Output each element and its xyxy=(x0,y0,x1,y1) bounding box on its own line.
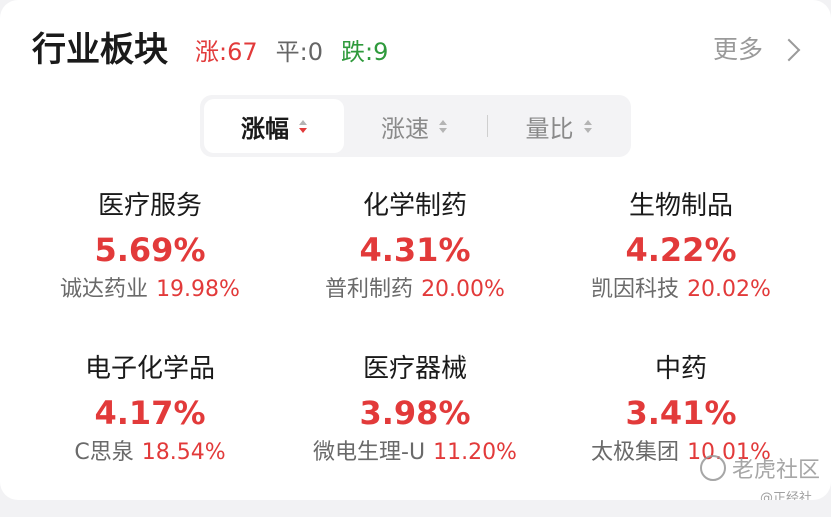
leading-stock-gain: 20.00% xyxy=(421,277,505,302)
flat-count: 平:0 xyxy=(275,38,323,66)
chevron-right-icon xyxy=(777,38,801,62)
sector-item[interactable]: 电子化学品 4.17% C思泉 18.54% xyxy=(20,351,280,469)
leading-stock-name: 普利制药 xyxy=(325,277,414,302)
sector-name: 化学制药 xyxy=(362,191,467,221)
tab-volume-ratio[interactable]: 量比 xyxy=(490,99,627,153)
leading-stock: C思泉 18.54% xyxy=(20,437,280,469)
sector-change-pct: 4.31% xyxy=(359,231,471,269)
leading-stock: 普利制药 20.00% xyxy=(285,274,545,306)
sector-change-pct: 4.17% xyxy=(94,394,206,432)
leading-stock-gain: 11.20% xyxy=(433,440,517,465)
market-breadth-stats: 涨:67 平:0 跌:9 xyxy=(195,36,388,68)
tab-change-pct[interactable]: 涨幅 xyxy=(204,99,344,153)
sector-item[interactable]: 化学制药 4.31% 普利制药 20.00% xyxy=(285,188,545,306)
sector-name: 医疗服务 xyxy=(97,191,202,221)
sector-change-pct: 3.41% xyxy=(625,394,737,432)
sector-item[interactable]: 生物制品 4.22% 凯因科技 20.02% xyxy=(551,188,811,306)
leading-stock-gain: 20.02% xyxy=(687,277,771,302)
more-label: 更多 xyxy=(712,35,763,64)
tab-label: 涨幅 xyxy=(241,114,289,143)
tab-change-speed[interactable]: 涨速 xyxy=(344,99,484,153)
leading-stock: 诚达药业 19.98% xyxy=(20,274,280,306)
sector-name: 医疗器械 xyxy=(362,354,467,384)
tab-label: 涨速 xyxy=(381,114,429,143)
leading-stock-name: 微电生理-U xyxy=(313,440,426,465)
leading-stock: 微电生理-U 11.20% xyxy=(285,437,545,469)
sector-item[interactable]: 医疗器械 3.98% 微电生理-U 11.20% xyxy=(285,351,545,469)
sector-name: 中药 xyxy=(654,354,707,384)
down-count: 跌:9 xyxy=(340,38,389,66)
up-count: 涨:67 xyxy=(195,38,258,66)
tab-divider xyxy=(487,115,488,137)
watermark: 老虎社区 xyxy=(700,452,820,484)
section-title: 行业板块 xyxy=(32,30,168,70)
sort-desc-icon xyxy=(299,119,307,133)
sort-tabs: 涨幅 涨速 量比 xyxy=(200,95,631,157)
sort-icon xyxy=(439,119,447,133)
leading-stock-name: 太极集团 xyxy=(591,440,680,465)
sector-change-pct: 5.69% xyxy=(94,231,206,269)
industry-sector-card: 行业板块 涨:67 平:0 跌:9 更多 涨幅 涨速 量比 医疗服务 5.69%… xyxy=(0,0,831,506)
sector-change-pct: 3.98% xyxy=(359,394,471,432)
sector-name: 电子化学品 xyxy=(84,354,215,384)
leading-stock-gain: 19.98% xyxy=(156,277,240,302)
tiger-logo-icon xyxy=(700,455,726,481)
bottom-strip xyxy=(0,500,831,517)
more-button[interactable]: 更多 xyxy=(713,32,805,68)
sector-item[interactable]: 医疗服务 5.69% 诚达药业 19.98% xyxy=(20,188,280,306)
leading-stock-name: 诚达药业 xyxy=(60,277,149,302)
leading-stock: 凯因科技 20.02% xyxy=(551,274,811,306)
tab-label: 量比 xyxy=(525,114,574,143)
leading-stock-name: 凯因科技 xyxy=(591,277,680,302)
leading-stock-name: C思泉 xyxy=(74,440,134,465)
leading-stock-gain: 18.54% xyxy=(141,440,226,465)
sector-change-pct: 4.22% xyxy=(625,231,737,269)
watermark-brand: 老虎社区 xyxy=(732,458,821,483)
sort-icon xyxy=(583,119,592,133)
sector-name: 生物制品 xyxy=(628,191,733,221)
